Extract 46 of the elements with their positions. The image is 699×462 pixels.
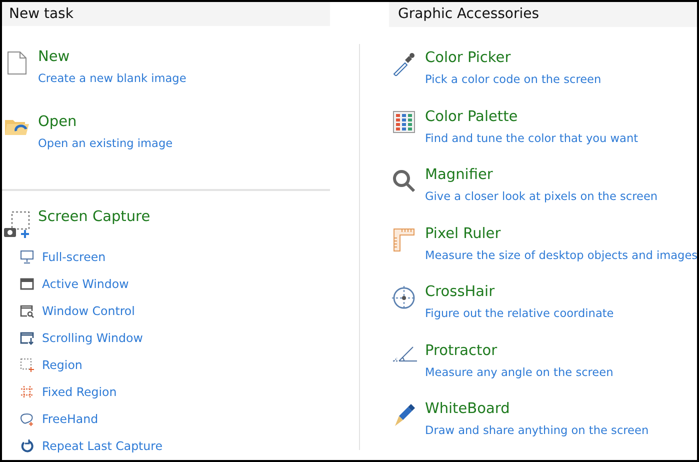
action-description[interactable]: Create a new blank image bbox=[38, 72, 186, 85]
tool-title[interactable]: Magnifier bbox=[425, 167, 658, 184]
action-description[interactable]: Open an existing image bbox=[38, 136, 173, 150]
tool-title[interactable]: Protractor bbox=[425, 342, 614, 359]
crosshair-icon bbox=[392, 286, 416, 310]
capture-option[interactable]: Window Control bbox=[42, 304, 135, 318]
angle-icon bbox=[391, 344, 417, 363]
window-icon bbox=[20, 277, 34, 292]
magnifier-icon bbox=[392, 169, 416, 194]
panel-title: Graphic Accessories bbox=[398, 6, 540, 22]
tool-description[interactable]: Draw and share anything on the screen bbox=[425, 424, 649, 438]
tool-title[interactable]: Pixel Ruler bbox=[425, 226, 697, 242]
blank-page-icon bbox=[7, 50, 27, 75]
ruler-icon bbox=[393, 228, 415, 252]
capture-option[interactable]: Region bbox=[42, 358, 82, 372]
tool-title[interactable]: CrossHair bbox=[425, 284, 614, 300]
capture-option[interactable]: Full-screen bbox=[42, 250, 106, 264]
capture-option[interactable]: Fixed Region bbox=[42, 385, 117, 400]
panel-title: New task bbox=[9, 6, 74, 22]
tool-description[interactable]: Figure out the relative coordinate bbox=[425, 307, 614, 320]
window-search-icon bbox=[20, 304, 34, 318]
action-title[interactable]: New bbox=[38, 48, 186, 65]
tool-description[interactable]: Pick a color code on the screen bbox=[425, 72, 602, 86]
tool-description[interactable]: Find and tune the color that you want bbox=[425, 132, 638, 145]
tool-title[interactable]: Color Palette bbox=[425, 108, 638, 125]
tool-description[interactable]: Measure any angle on the screen bbox=[425, 366, 614, 379]
tool-title[interactable]: Color Picker bbox=[425, 50, 602, 66]
tool-description[interactable]: Give a closer look at pixels on the screen bbox=[425, 190, 658, 204]
lasso-icon bbox=[20, 412, 34, 426]
tool-description[interactable]: Measure the size of desktop objects and images bbox=[425, 248, 697, 262]
eyedropper-icon bbox=[392, 52, 416, 76]
tool-title[interactable]: WhiteBoard bbox=[425, 401, 649, 418]
action-title[interactable]: Open bbox=[38, 114, 173, 130]
region-icon bbox=[20, 358, 34, 372]
pen-icon bbox=[392, 403, 416, 428]
section-title[interactable]: Screen Capture bbox=[38, 208, 150, 225]
capture-option[interactable]: FreeHand bbox=[42, 412, 98, 426]
window-scroll-icon bbox=[20, 331, 34, 346]
grid-icon bbox=[20, 385, 34, 400]
monitor-icon bbox=[20, 250, 34, 264]
capture-option[interactable]: Repeat Last Capture bbox=[42, 439, 163, 454]
capture-option[interactable]: Active Window bbox=[42, 277, 129, 292]
capture-option[interactable]: Scrolling Window bbox=[42, 331, 143, 346]
screen-capture-icon bbox=[3, 210, 31, 239]
repeat-icon bbox=[20, 439, 34, 454]
palette-grid-icon bbox=[393, 110, 415, 133]
